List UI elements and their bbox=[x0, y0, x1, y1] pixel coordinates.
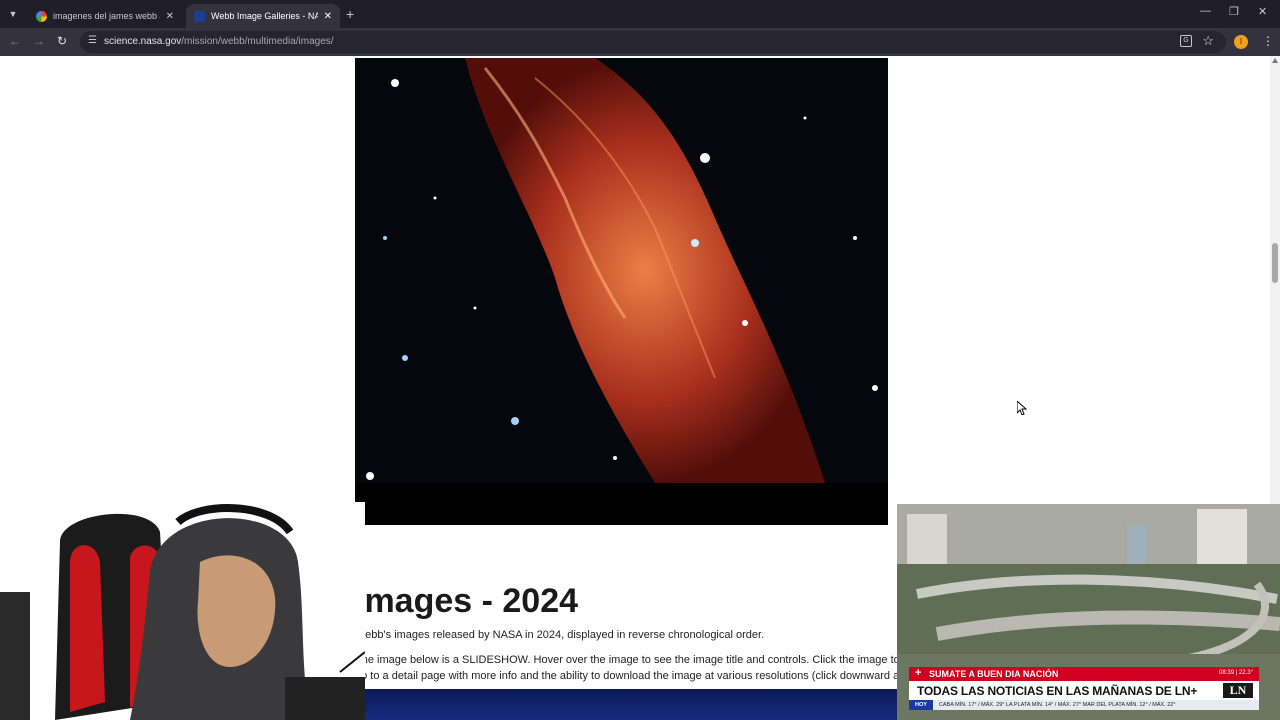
bookmark-star-icon[interactable]: ☆ bbox=[1202, 33, 1214, 49]
google-favicon-icon bbox=[36, 10, 47, 22]
nebula-pillar-graphic bbox=[355, 58, 888, 525]
translate-icon[interactable]: G bbox=[1180, 35, 1192, 47]
tab-webb-galleries[interactable]: Webb Image Galleries - NASA S... ✕ bbox=[186, 4, 340, 28]
slideshow-instructions: The image below is a SLIDESHOW. Hover ov… bbox=[355, 652, 897, 684]
tv-headline: TODAS LAS NOTICIAS EN LAS MAÑANAS DE LN+ bbox=[917, 684, 1198, 698]
tv-time: 08:39 | 22.3° bbox=[1219, 670, 1253, 676]
tv-kicker-bar: + SUMATE A BUEN DIA NACIÓN 08:39 | 22.3° bbox=[909, 667, 1259, 681]
url-text[interactable]: science.nasa.gov/mission/webb/multimedia… bbox=[104, 36, 334, 47]
scroll-thumb[interactable] bbox=[1272, 243, 1278, 283]
browser-toolbar: ← → ↻ ☰ science.nasa.gov/mission/webb/mu… bbox=[0, 28, 1280, 56]
browser-menu-icon[interactable]: ⋮ bbox=[1262, 34, 1274, 48]
url-path: /mission/webb/multimedia/images/ bbox=[181, 36, 334, 47]
tab-google-search[interactable]: imagenes del james webb 4k - ... ✕ bbox=[28, 4, 182, 28]
tab-title: Webb Image Galleries - NASA S... bbox=[211, 11, 318, 21]
tv-kicker: SUMATE A BUEN DIA NACIÓN bbox=[929, 669, 1059, 679]
close-window-icon[interactable]: ✕ bbox=[1258, 5, 1267, 18]
section-title: Images - 2024 bbox=[355, 582, 579, 620]
forward-icon[interactable]: → bbox=[33, 34, 45, 48]
tv-news-overlay: + SUMATE A BUEN DIA NACIÓN 08:39 | 22.3°… bbox=[897, 504, 1280, 720]
site-info-icon[interactable]: ☰ bbox=[88, 35, 97, 46]
streamer-webcam-graphic bbox=[0, 502, 365, 720]
address-bar[interactable]: ☰ science.nasa.gov/mission/webb/multimed… bbox=[80, 31, 1226, 53]
close-tab-icon[interactable]: ✕ bbox=[324, 11, 332, 22]
close-tab-icon[interactable]: ✕ bbox=[166, 11, 174, 22]
webcam-overlay bbox=[0, 502, 365, 720]
instructions-line-1: The image below is a SLIDESHOW. Hover ov… bbox=[355, 654, 897, 666]
tab-search-icon[interactable]: ▼ bbox=[4, 5, 22, 23]
ln-logo: LN bbox=[1223, 683, 1253, 698]
tv-weather-ticker: HOY CABA MÍN. 17° / MÁX. 29° LA PLATA MÍN… bbox=[909, 700, 1259, 710]
reload-icon[interactable]: ↻ bbox=[57, 34, 67, 48]
instructions-line-2: go to a detail page with more info and t… bbox=[355, 670, 897, 682]
plus-icon: + bbox=[915, 667, 922, 679]
minimize-icon[interactable]: — bbox=[1200, 5, 1211, 17]
tab-strip: ▼ imagenes del james webb 4k - ... ✕ Web… bbox=[0, 0, 1280, 28]
back-icon[interactable]: ← bbox=[9, 34, 21, 48]
url-host: science.nasa.gov bbox=[104, 36, 182, 47]
tab-title: imagenes del james webb 4k - ... bbox=[53, 11, 160, 21]
tv-headline-bar: TODAS LAS NOTICIAS EN LAS MAÑANAS DE LN+… bbox=[909, 681, 1259, 700]
slideshow-preview[interactable] bbox=[365, 689, 898, 720]
ticker-label: HOY bbox=[909, 700, 933, 710]
nasa-favicon-icon bbox=[194, 10, 205, 22]
scroll-up-icon[interactable] bbox=[1272, 58, 1278, 63]
ticker-text: CABA MÍN. 17° / MÁX. 29° LA PLATA MÍN. 1… bbox=[938, 702, 1176, 708]
section-lead: Webb's images released by NASA in 2024, … bbox=[355, 629, 765, 641]
mouse-cursor-icon bbox=[1017, 401, 1027, 415]
new-tab-button[interactable]: + bbox=[346, 6, 354, 22]
featured-webb-image[interactable] bbox=[355, 58, 888, 525]
profile-avatar[interactable]: I bbox=[1234, 35, 1248, 49]
restore-icon[interactable]: ❐ bbox=[1229, 5, 1239, 18]
